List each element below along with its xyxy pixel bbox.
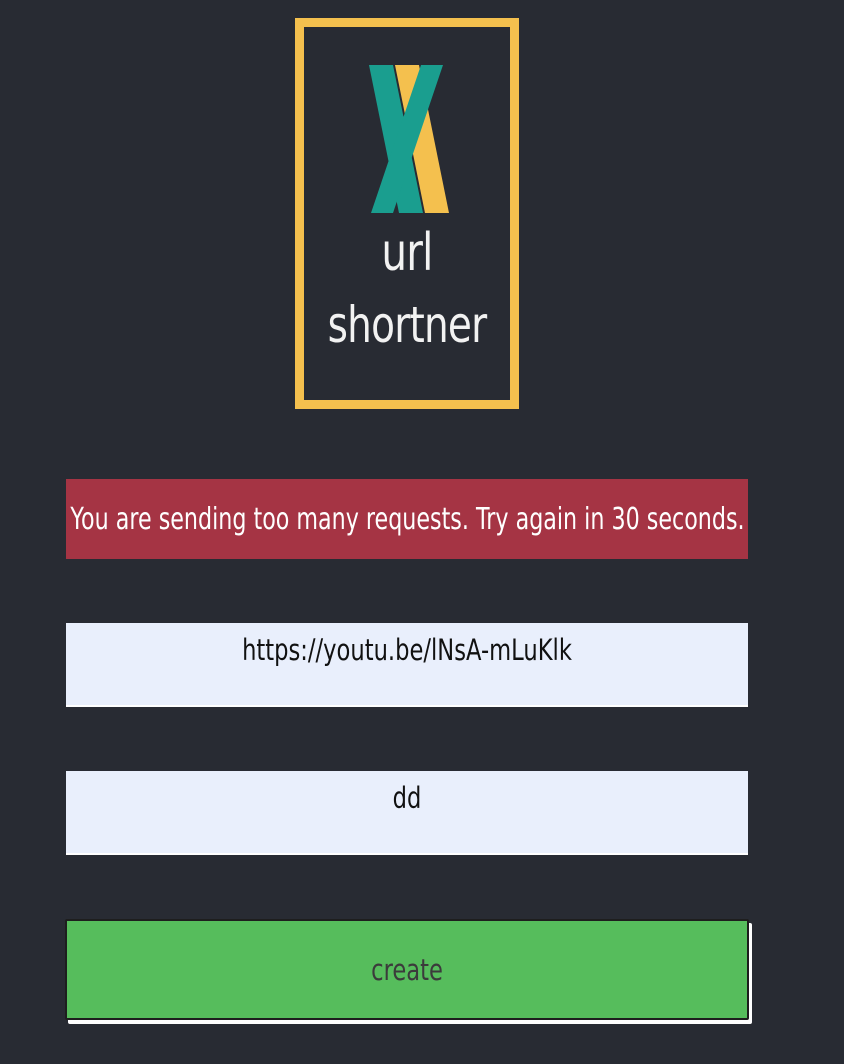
rate-limit-alert: You are sending too many requests. Try a…	[66, 479, 748, 559]
create-button[interactable]: create	[65, 919, 749, 1020]
page: url shortner You are sending too many re…	[0, 0, 844, 1064]
alias-input[interactable]: dd	[66, 771, 748, 855]
create-button-label: create	[371, 952, 443, 987]
x-logo-icon	[369, 65, 449, 213]
logo-text-shortner: shortner	[327, 296, 488, 354]
url-input-value: https://youtu.be/lNsA-mLuKlk	[242, 633, 572, 667]
alert-message: You are sending too many requests. Try a…	[69, 501, 745, 537]
logo-text-url: url	[381, 223, 433, 283]
alias-input-value: dd	[392, 781, 422, 815]
url-shortner-logo: url shortner	[295, 18, 519, 409]
url-input[interactable]: https://youtu.be/lNsA-mLuKlk	[66, 623, 748, 707]
